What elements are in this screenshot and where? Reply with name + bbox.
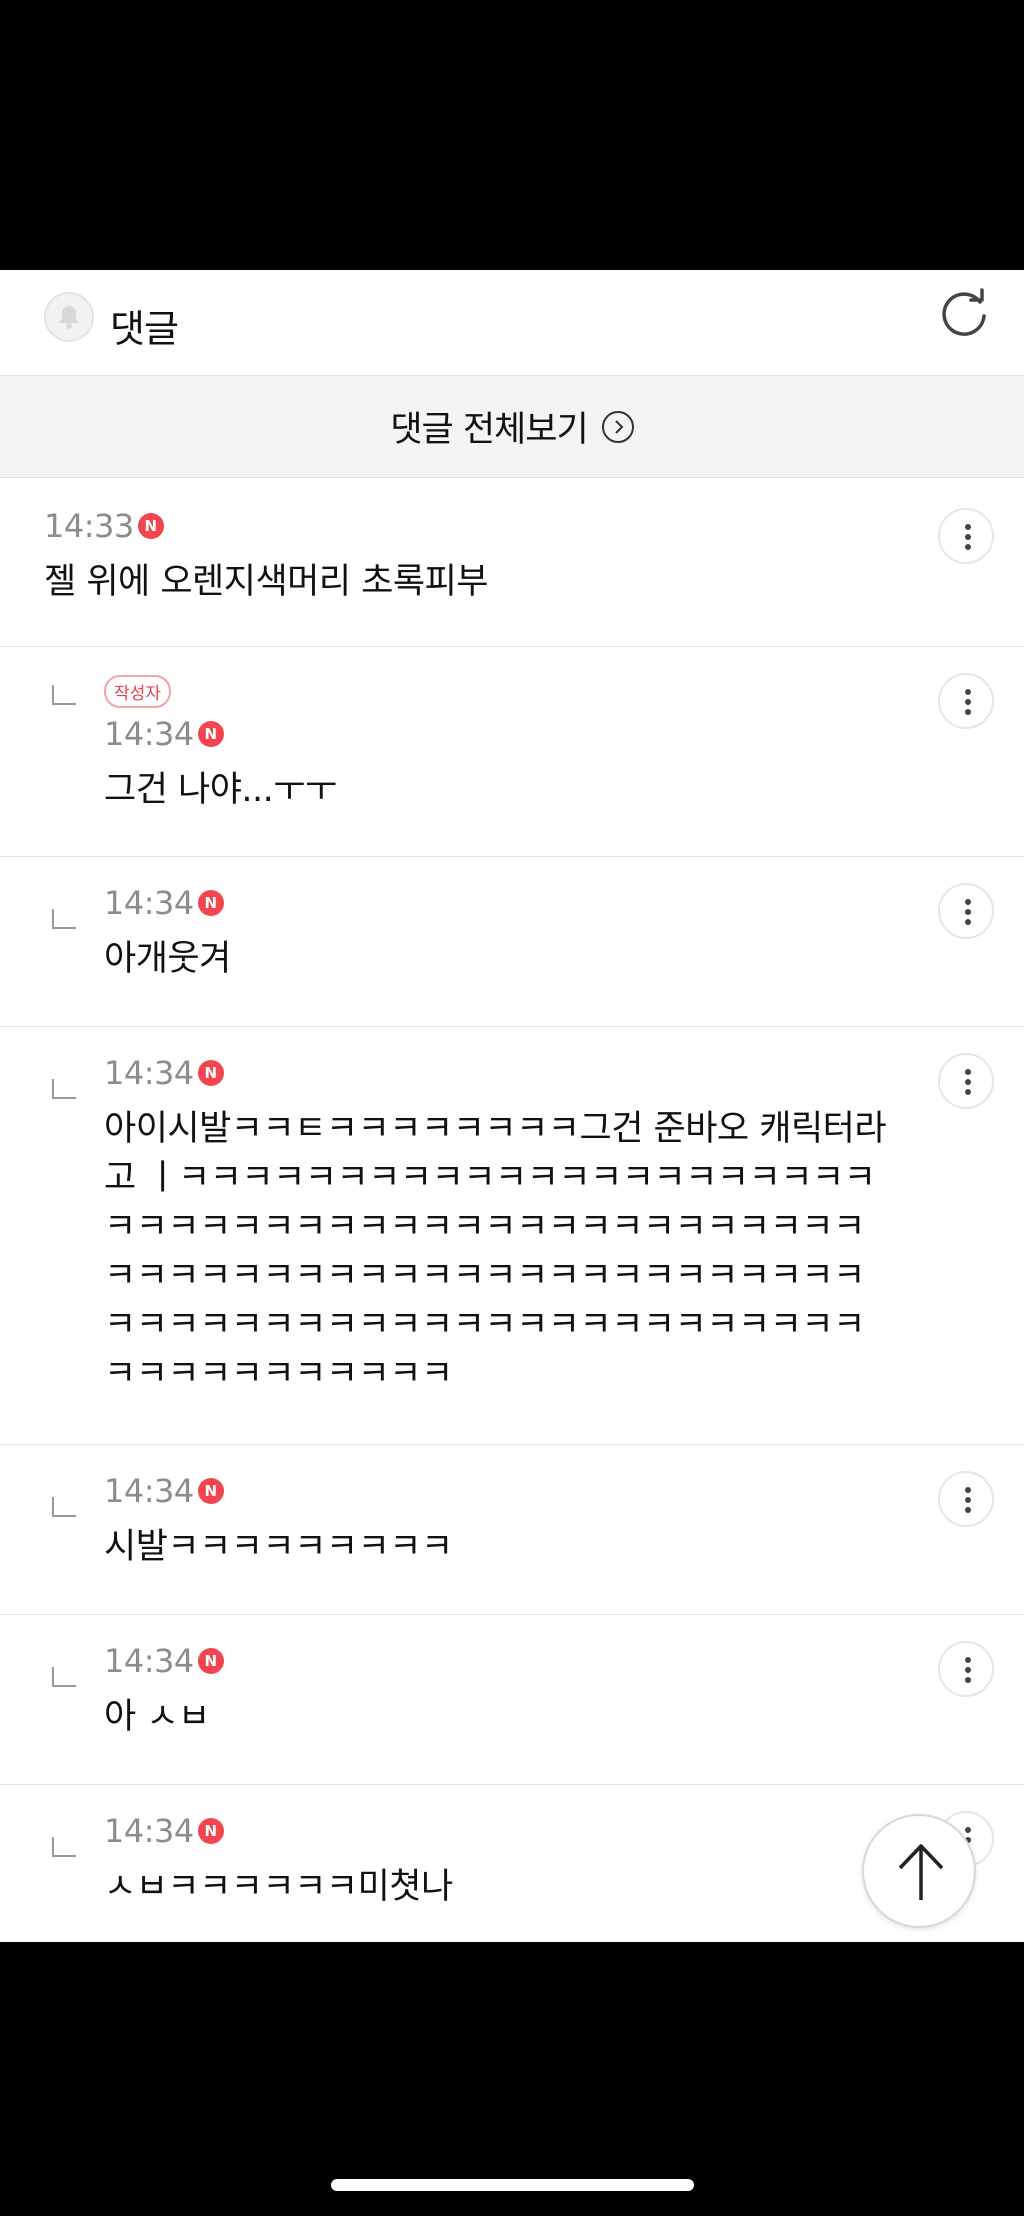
refresh-icon[interactable]	[936, 288, 992, 344]
bottom-bar-area	[0, 1942, 1024, 2216]
more-dot-icon	[965, 689, 971, 695]
reply-indicator-icon	[52, 909, 76, 929]
comment-text: 아이시발ㅋㅋㅌㅋㅋㅋㅋㅋㅋㅋㅋ그건 준바오 캐릭터라고 ㅣㅋㅋㅋㅋㅋㅋㅋㅋㅋㅋㅋ…	[104, 1109, 887, 1394]
new-badge: N	[197, 1478, 224, 1504]
more-dot-icon	[965, 709, 971, 715]
comment-item: 14:34 N 아이시발ㅋㅋㅌㅋㅋㅋㅋㅋㅋㅋㅋ그건 준바오 캐릭터라고 ㅣㅋㅋㅋㅋㅋ…	[0, 1027, 1024, 1445]
comment-time: 14:34	[104, 1642, 194, 1680]
more-options-button[interactable]	[938, 883, 994, 939]
more-options-button[interactable]	[938, 1641, 994, 1697]
more-dot-icon	[965, 1069, 971, 1075]
comment-list: 14:33 N 젤 위에 오렌지색머리 초록피부 작성자 14:34 N 그건 나야...ㅜ…	[0, 478, 1024, 1942]
comment-body: 14:33 N 젤 위에 오렌지색머리 초록피부	[44, 507, 1024, 607]
more-dot-icon	[965, 1079, 971, 1085]
comment-meta: 14:34 N	[104, 1642, 1024, 1680]
comment-meta: 14:34 N	[104, 1054, 1024, 1092]
view-all-label: 댓글 전체보기	[390, 410, 588, 450]
comment-time: 14:34	[104, 1812, 194, 1850]
chevron-right-circle-icon	[601, 410, 634, 443]
comment-text: 아개웃겨	[104, 939, 231, 979]
new-badge: N	[197, 890, 224, 916]
comment-item: 작성자 14:34 N 그건 나야...ㅜㅜ	[0, 647, 1024, 857]
comment-item: 14:34 N 아개웃겨	[0, 857, 1024, 1027]
new-badge: N	[137, 513, 164, 539]
more-dot-icon	[965, 1497, 971, 1503]
bell-icon[interactable]	[44, 292, 94, 342]
comments-screen: 댓글 댓글 전체보기 14:33 N 젤 위에 오렌지색머리 초록피부 작성자 14:3…	[0, 270, 1024, 1942]
comment-body: 14:34 N 아이시발ㅋㅋㅌㅋㅋㅋㅋㅋㅋㅋㅋ그건 준바오 캐릭터라고 ㅣㅋㅋㅋㅋㅋ…	[104, 1054, 1024, 1399]
more-dot-icon	[965, 919, 971, 925]
comment-time: 14:34	[104, 1054, 194, 1092]
status-bar-area	[0, 0, 1024, 270]
more-options-button[interactable]	[938, 673, 994, 729]
comment-body: 14:34 N 시발ㅋㅋㅋㅋㅋㅋㅋㅋㅋ	[104, 1472, 1024, 1572]
comment-body: 14:34 N 아개웃겨	[104, 884, 1024, 984]
comment-meta: 14:34 N	[104, 884, 1024, 922]
new-badge: N	[197, 721, 224, 747]
more-dot-icon	[965, 1667, 971, 1673]
comment-text: 시발ㅋㅋㅋㅋㅋㅋㅋㅋㅋ	[104, 1527, 453, 1567]
reply-indicator-icon	[52, 685, 76, 705]
comment-text: 아 ㅅㅂ	[104, 1697, 210, 1737]
more-dot-icon	[965, 909, 971, 915]
comments-header: 댓글	[0, 270, 1024, 376]
view-all-comments-link[interactable]: 댓글 전체보기	[0, 376, 1024, 478]
more-dot-icon	[965, 1487, 971, 1493]
home-indicator	[331, 2179, 694, 2191]
more-options-button[interactable]	[938, 1053, 994, 1109]
more-dot-icon	[965, 1827, 971, 1833]
more-dot-icon	[965, 524, 971, 530]
reply-indicator-icon	[52, 1667, 76, 1687]
more-dot-icon	[965, 1507, 971, 1513]
page-title: 댓글	[110, 307, 179, 351]
comment-body: 14:34 N 아 ㅅㅂ	[104, 1642, 1024, 1742]
comment-body: 작성자 14:34 N 그건 나야...ㅜㅜ	[104, 675, 1024, 815]
more-dot-icon	[965, 899, 971, 905]
more-dot-icon	[965, 544, 971, 550]
arrow-up-icon	[898, 1844, 944, 1900]
comment-item: 14:34 N 아 ㅅㅂ	[0, 1615, 1024, 1785]
comment-item: 14:34 N 시발ㅋㅋㅋㅋㅋㅋㅋㅋㅋ	[0, 1445, 1024, 1615]
more-options-button[interactable]	[938, 508, 994, 564]
comment-meta: 14:34 N	[104, 715, 1024, 753]
more-dot-icon	[965, 534, 971, 540]
reply-indicator-icon	[52, 1079, 76, 1099]
comment-text: 그건 나야...ㅜㅜ	[104, 770, 337, 810]
reply-indicator-icon	[52, 1837, 76, 1857]
comment-item: 14:33 N 젤 위에 오렌지색머리 초록피부	[0, 478, 1024, 647]
scroll-to-top-button[interactable]	[862, 1814, 976, 1928]
author-badge: 작성자	[104, 675, 171, 708]
more-dot-icon	[965, 1089, 971, 1095]
more-options-button[interactable]	[938, 1471, 994, 1527]
new-badge: N	[197, 1818, 224, 1844]
new-badge: N	[197, 1648, 224, 1674]
comment-time: 14:34	[104, 1472, 194, 1510]
comment-text: 젤 위에 오렌지색머리 초록피부	[44, 562, 488, 602]
comment-time: 14:34	[104, 715, 194, 753]
comment-time: 14:33	[44, 507, 134, 545]
new-badge: N	[197, 1060, 224, 1086]
comment-meta: 14:34 N	[104, 1472, 1024, 1510]
comment-meta: 14:33 N	[44, 507, 1024, 545]
more-dot-icon	[965, 1657, 971, 1663]
comment-time: 14:34	[104, 884, 194, 922]
reply-indicator-icon	[52, 1497, 76, 1517]
more-dot-icon	[965, 699, 971, 705]
more-dot-icon	[965, 1677, 971, 1683]
